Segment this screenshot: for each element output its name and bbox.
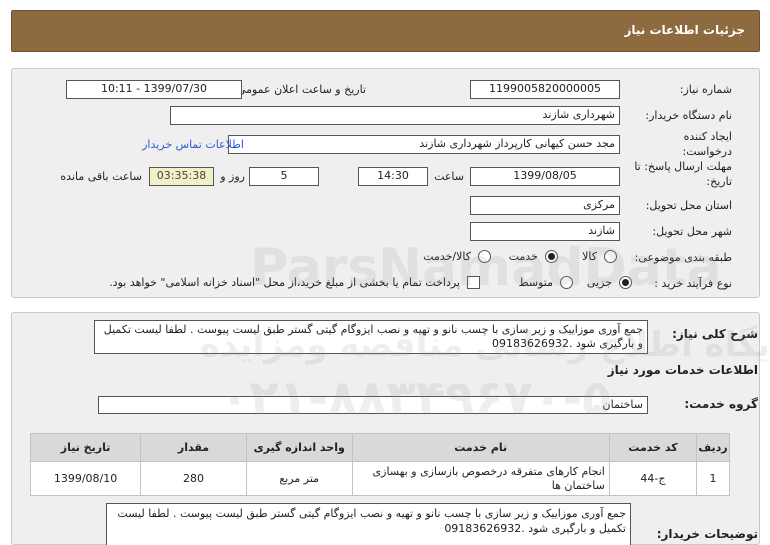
deadline-time-field: 14:30 xyxy=(358,167,428,186)
service-group-field: ساختمان xyxy=(98,396,648,414)
category-goods-service-label: کالا/خدمت xyxy=(423,250,471,263)
days-field: 5 xyxy=(249,167,319,186)
buyer-org-field: شهرداری شازند xyxy=(170,106,620,125)
column-header-service-code: کد خدمت xyxy=(608,433,698,462)
table-cell-quantity: 280 xyxy=(140,461,247,496)
category-label: طبقه بندی موضوعی: xyxy=(634,251,732,264)
contact-buyer-link[interactable]: اطلاعات تماس خریدار xyxy=(142,138,244,151)
column-header-row-number: ردیف xyxy=(696,433,730,462)
need-number-label: شماره نیاز: xyxy=(679,83,732,96)
purchase-minor-radio[interactable] xyxy=(619,276,632,289)
announce-datetime-field: 1399/07/30 - 10:11 xyxy=(66,80,242,99)
buyer-notes-label: توضیحات خریدار: xyxy=(656,527,758,541)
column-header-quantity: مقدار xyxy=(140,433,247,462)
services-info-heading: اطلاعات خدمات مورد نیاز xyxy=(607,363,758,377)
remaining-time-timer: 03:35:38 xyxy=(149,167,214,186)
table-cell-service-name: انجام کارهای متفرقه درخصوص بازسازی و بهس… xyxy=(351,461,610,496)
province-label: استان محل تحویل: xyxy=(645,199,732,212)
category-goods-service-radio[interactable] xyxy=(478,250,491,263)
table-cell-unit: متر مربع xyxy=(245,461,353,496)
column-header-unit: واحد اندازه گیری xyxy=(245,433,353,462)
remaining-label: ساعت باقی مانده xyxy=(60,170,142,183)
description-label: شرح کلی نیاز: xyxy=(672,327,758,341)
table-cell-row-number: 1 xyxy=(696,461,730,496)
requester-field: مجد حسن کیهانی کارپرداز شهرداری شازند xyxy=(228,135,620,154)
services-table: ردیف کد خدمت نام خدمت واحد اندازه گیری م… xyxy=(29,433,730,496)
category-goods-label: کالا xyxy=(582,250,597,263)
column-header-need-date: تاریخ نیاز xyxy=(29,433,142,462)
buyer-org-label: نام دستگاه خریدار: xyxy=(645,109,732,122)
category-goods-radio[interactable] xyxy=(604,250,617,263)
announce-datetime-label: تاریخ و ساعت اعلان عمومی: xyxy=(233,83,366,96)
city-label: شهر محل تحویل: xyxy=(652,225,732,238)
purchase-type-label: نوع فرآیند خرید : xyxy=(654,277,732,290)
purchase-medium-radio[interactable] xyxy=(560,276,573,289)
need-number-field: 1199005820000005 xyxy=(470,80,620,99)
buyer-notes-text: جمع آوری موزاییک و زیر سازی با چسب نانو … xyxy=(106,503,631,545)
province-field: مرکزی xyxy=(470,196,620,215)
table-row: 1 ج-44 انجام کارهای متفرقه درخصوص بازساز… xyxy=(29,461,730,496)
purchase-medium-label: متوسط xyxy=(518,276,553,289)
service-group-label: گروه خدمت: xyxy=(684,397,758,411)
time-label: ساعت xyxy=(434,170,464,183)
page-header: جزئیات اطلاعات نیاز xyxy=(11,10,760,52)
description-text: جمع آوری موزاییک و زیر سازی با چسب نانو … xyxy=(94,320,648,354)
category-service-radio[interactable] xyxy=(545,250,558,263)
deadline-label: مهلت ارسال پاسخ: تا تاریخ: xyxy=(634,160,732,188)
category-service-label: خدمت xyxy=(508,250,538,263)
treasury-checkbox[interactable] xyxy=(467,276,480,289)
city-field: شازند xyxy=(470,222,620,241)
column-header-service-name: نام خدمت xyxy=(351,433,610,462)
days-label: روز و xyxy=(220,170,245,183)
treasury-note: پرداخت تمام یا بخشی از مبلغ خرید،از محل … xyxy=(109,276,460,289)
table-cell-service-code: ج-44 xyxy=(608,461,698,496)
table-cell-need-date: 1399/08/10 xyxy=(29,461,142,496)
deadline-date-field: 1399/08/05 xyxy=(470,167,620,186)
requester-label: ایجاد کننده درخواست: xyxy=(682,130,732,158)
page-title: جزئیات اطلاعات نیاز xyxy=(624,23,745,37)
purchase-minor-label: جزیی xyxy=(586,276,612,289)
